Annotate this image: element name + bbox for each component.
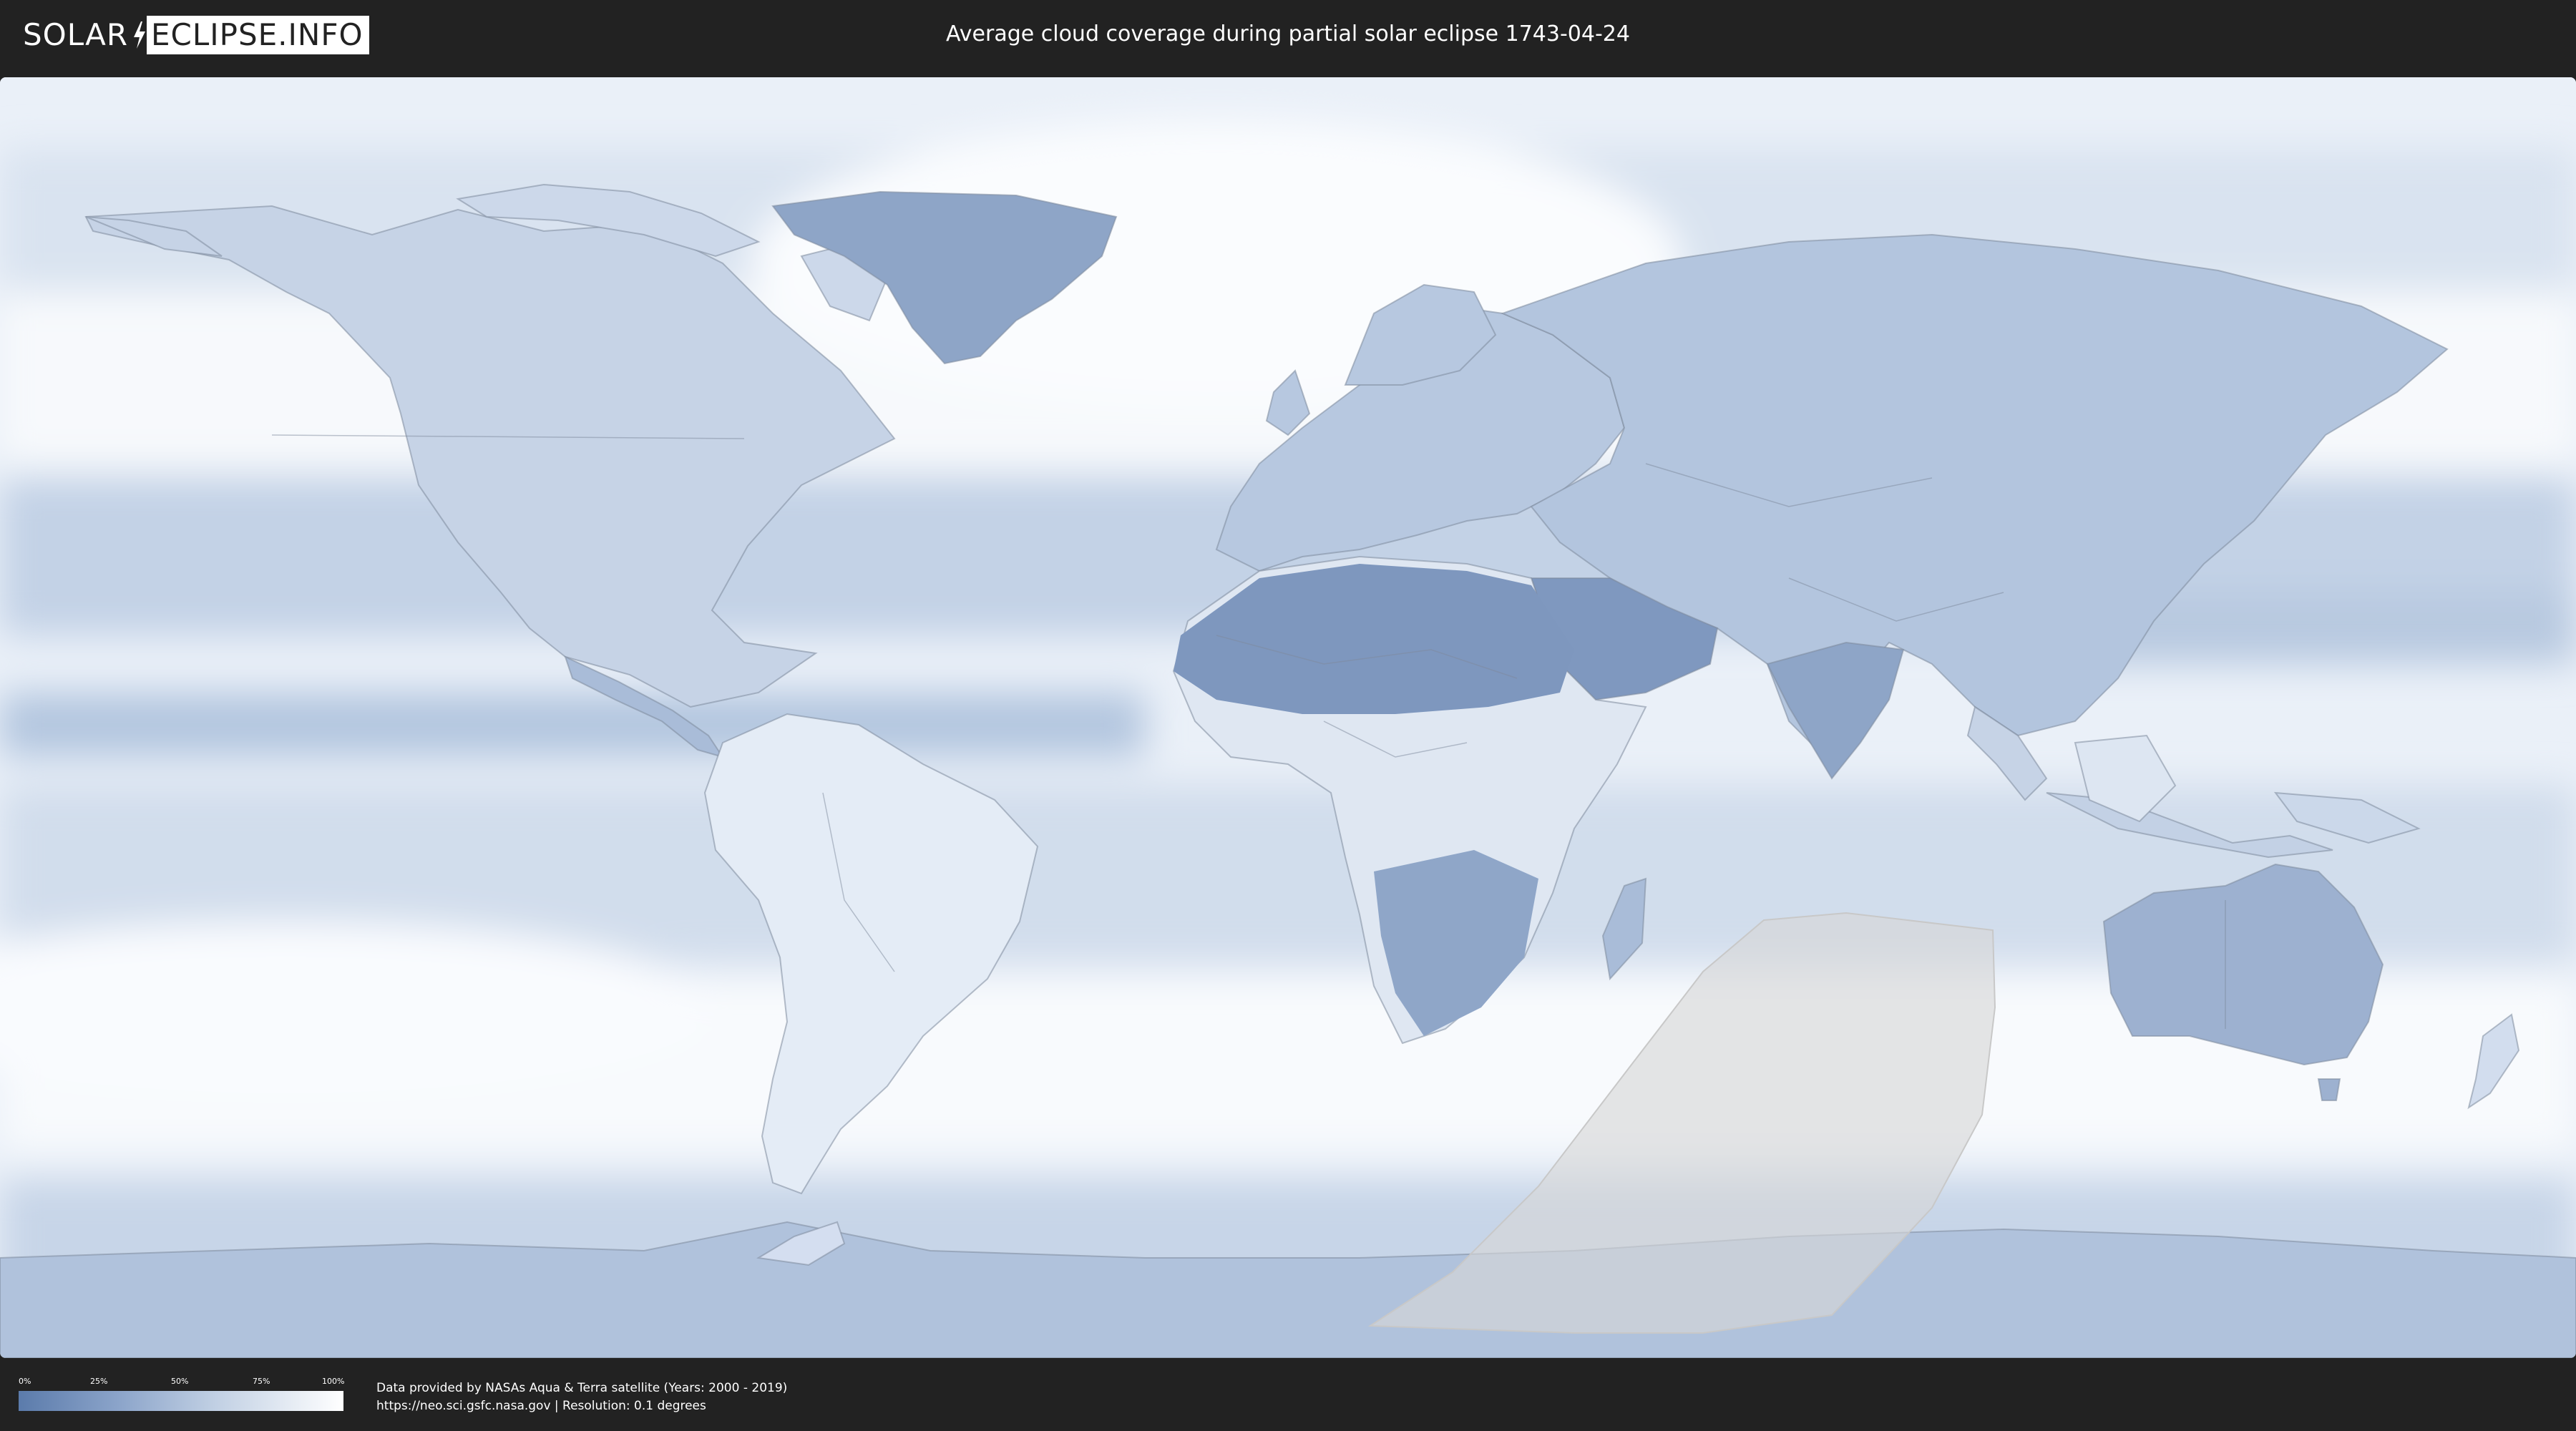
credit-line: Data provided by NASAs Aqua & Terra sate… — [376, 1381, 788, 1395]
cloud-coverage-map[interactable] — [0, 77, 2576, 1358]
legend-tick-0: 0% — [19, 1377, 31, 1386]
cloud-coverage-legend: 0% 25% 50% 75% 100% — [19, 1377, 345, 1420]
source-line: https://neo.sci.gsfc.nasa.gov | Resoluti… — [376, 1399, 706, 1413]
legend-tick-100: 100% — [322, 1377, 345, 1386]
legend-tick-25: 25% — [90, 1377, 108, 1386]
data-credits: Data provided by NASAs Aqua & Terra sate… — [376, 1379, 787, 1415]
page-title: Average cloud coverage during partial so… — [946, 21, 1630, 47]
legend-gradient-bar — [19, 1391, 343, 1411]
header-bar: SOLAR ECLIPSE.INFO Average cloud coverag… — [0, 0, 2576, 72]
legend-tick-50: 50% — [171, 1377, 189, 1386]
footer-bar: 0% 25% 50% 75% 100% Data provided by NAS… — [0, 1359, 2576, 1431]
world-map[interactable] — [0, 77, 2576, 1358]
tasmania — [2317, 1078, 2341, 1101]
page: SOLAR ECLIPSE.INFO Average cloud coverag… — [0, 0, 2576, 1431]
legend-tick-75: 75% — [253, 1377, 270, 1386]
